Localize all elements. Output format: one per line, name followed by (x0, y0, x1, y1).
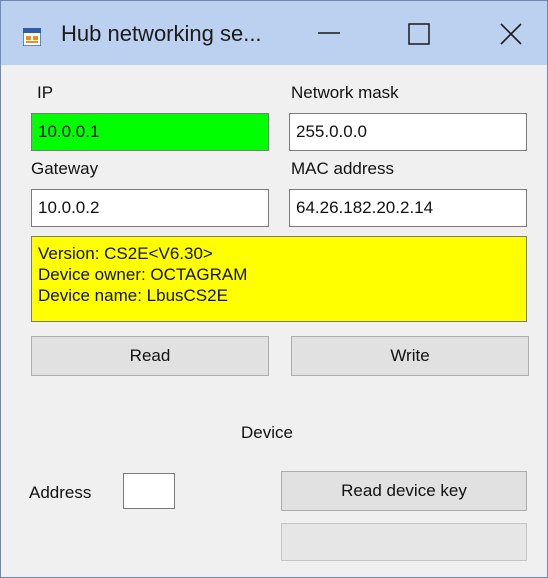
network-mask-field[interactable]: 255.0.0.0 (289, 113, 527, 151)
gateway-field[interactable]: 10.0.0.2 (31, 189, 269, 227)
maximize-icon (408, 23, 430, 45)
minimize-icon (318, 32, 340, 34)
device-name-text: Device name: LbusCS2E (38, 286, 228, 305)
network-mask-label: Network mask (291, 83, 399, 102)
app-icon (23, 28, 41, 46)
minimize-button[interactable] (303, 11, 355, 55)
title-bar[interactable]: Hub networking se... (1, 1, 547, 65)
address-label: Address (29, 483, 92, 502)
read-device-key-button[interactable]: Read device key (281, 471, 527, 511)
address-field[interactable] (123, 473, 175, 509)
device-owner-text: Device owner: OCTAGRAM (38, 265, 248, 284)
version-text: Version: CS2E<V6.30> (38, 244, 213, 263)
device-info-panel: Version: CS2E<V6.30> Device owner: OCTAG… (31, 236, 527, 322)
ip-field[interactable]: 10.0.0.1 (31, 113, 269, 151)
close-icon (500, 23, 522, 45)
window-title: Hub networking se... (61, 21, 262, 46)
device-key-display (281, 523, 527, 561)
gateway-label: Gateway (31, 159, 99, 178)
close-button[interactable] (485, 11, 537, 55)
mac-address-field[interactable]: 64.26.182.20.2.14 (289, 189, 527, 227)
hub-networking-window: Hub networking se... IP 10.0.0.1 Network… (0, 0, 548, 578)
maximize-button[interactable] (393, 11, 445, 55)
read-button[interactable]: Read (31, 336, 269, 376)
device-heading: Device (241, 423, 293, 442)
mac-address-label: MAC address (291, 159, 394, 178)
ip-label: IP (37, 83, 54, 102)
write-button[interactable]: Write (291, 336, 529, 376)
